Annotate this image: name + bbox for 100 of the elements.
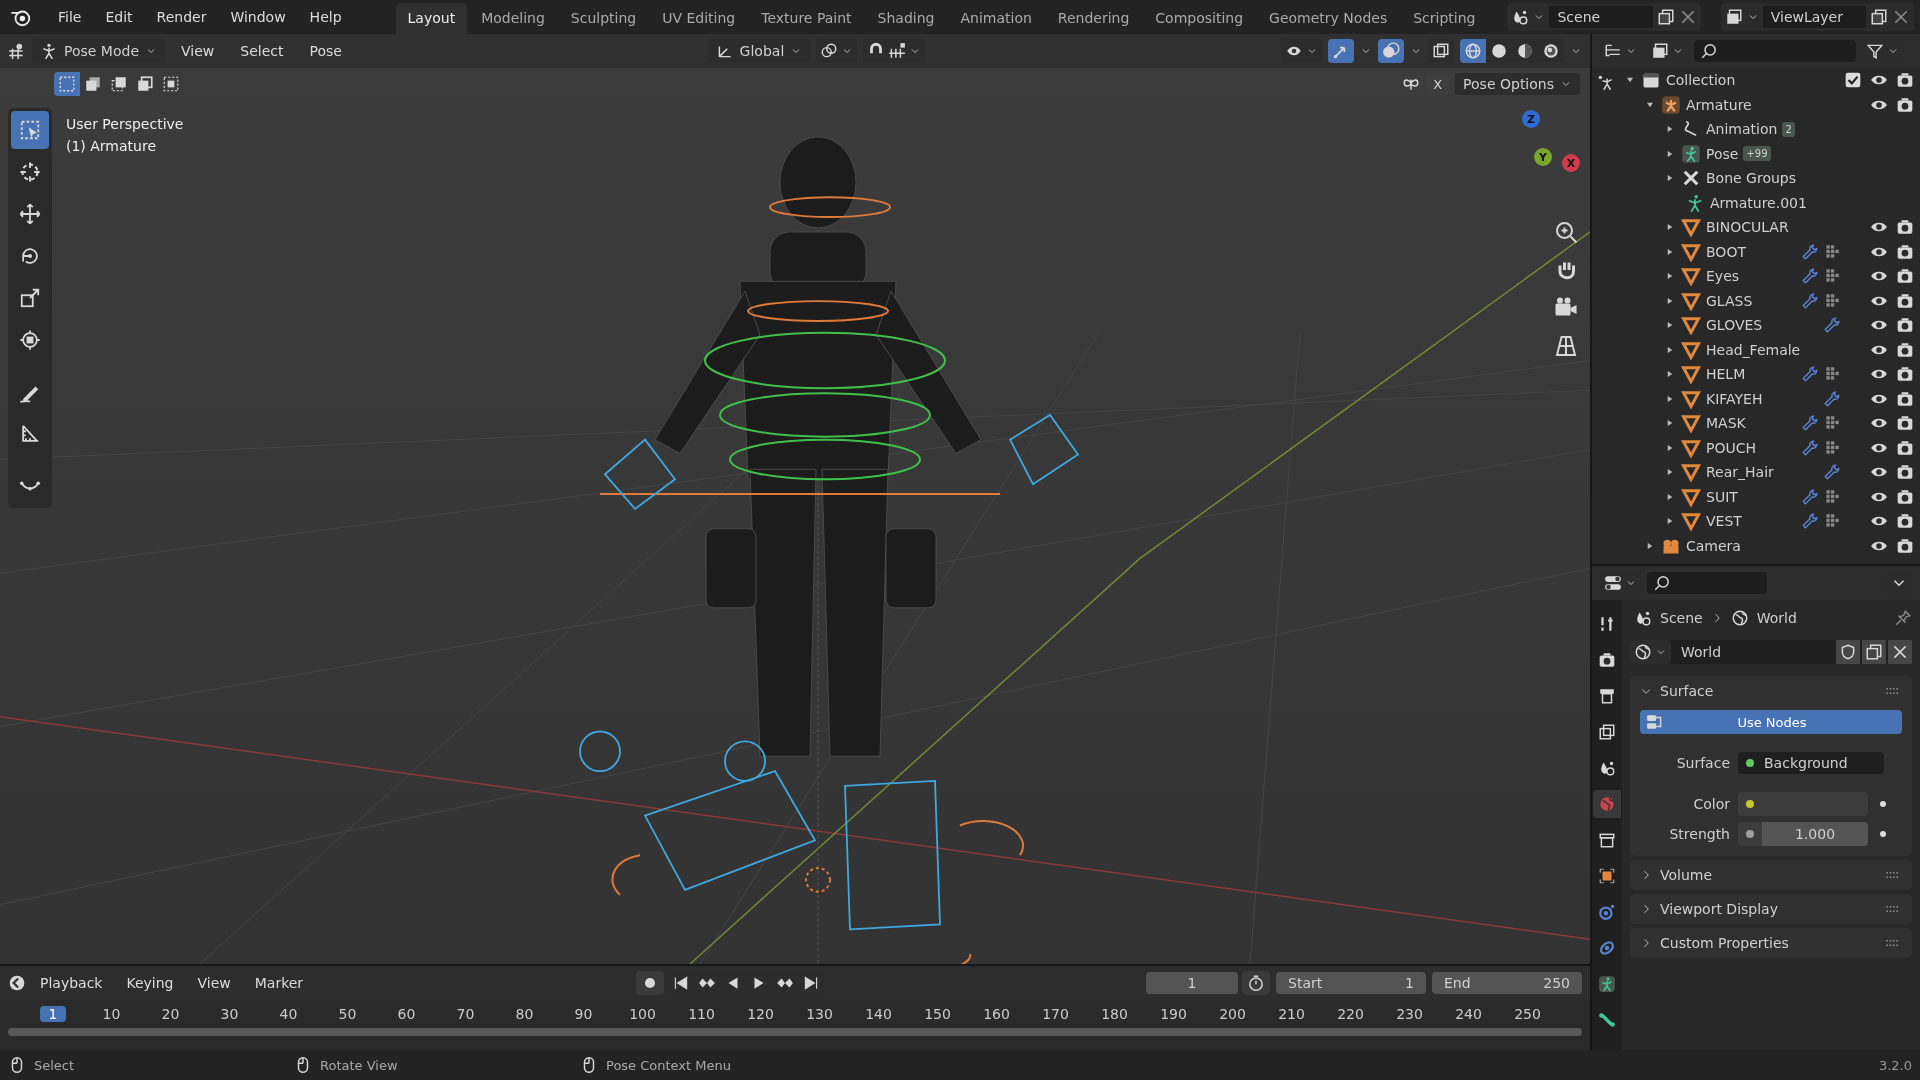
workspace-tab[interactable]: Geometry Nodes	[1257, 3, 1400, 34]
duplicate-icon[interactable]	[1656, 8, 1675, 26]
workspace-tab[interactable]: UV Editing	[650, 3, 748, 34]
search-field[interactable]	[1694, 40, 1856, 62]
outliner-item[interactable]: GLASS	[1706, 292, 1753, 309]
preview-range-button[interactable]	[1242, 971, 1270, 995]
end-frame-field[interactable]: End 250	[1432, 972, 1582, 994]
wrench-icon[interactable]	[1801, 267, 1819, 286]
workspace-tab[interactable]: Layout	[395, 3, 468, 34]
outliner-item[interactable]: BINOCULAR	[1706, 219, 1789, 236]
outliner-item[interactable]: Eyes	[1706, 268, 1740, 285]
duplicate-button[interactable]	[1862, 640, 1886, 664]
workspace-tab[interactable]: Texture Paint	[749, 3, 864, 34]
menu-item[interactable]: Playback	[30, 971, 113, 995]
workspace-tab[interactable]: Rendering	[1045, 3, 1142, 34]
scrollbar[interactable]	[8, 1028, 1582, 1036]
snap-dropdown[interactable]	[863, 39, 926, 63]
volume-panel-header[interactable]: Volume	[1630, 860, 1912, 890]
wrench-icon[interactable]	[1801, 365, 1819, 384]
wrench-icon[interactable]	[1801, 291, 1819, 310]
search-field[interactable]	[1647, 572, 1767, 594]
start-frame-field[interactable]: Start 1	[1276, 972, 1426, 994]
scene-selector[interactable]: Scene	[1507, 3, 1701, 31]
menu-item[interactable]: File	[48, 5, 92, 29]
outliner-item[interactable]: KIFAYEH	[1706, 390, 1763, 407]
xray-toggle[interactable]	[1428, 39, 1454, 63]
outliner-item[interactable]: Pose	[1706, 145, 1739, 162]
gizmo-toggle[interactable]	[1328, 39, 1354, 63]
menu-item[interactable]: Edit	[95, 5, 143, 29]
vertex-groups-icon[interactable]	[1823, 438, 1841, 457]
vertex-groups-icon[interactable]	[1823, 291, 1841, 310]
menu-item[interactable]: Pose	[299, 39, 352, 63]
wrench-icon[interactable]	[1823, 463, 1841, 482]
workspace-tab[interactable]: Sculpting	[558, 3, 649, 34]
outliner-item[interactable]: Animation	[1706, 121, 1778, 138]
menu-item[interactable]: Select	[230, 39, 294, 63]
menu-item[interactable]: View	[187, 971, 241, 995]
outliner-item[interactable]: Collection	[1666, 72, 1736, 89]
outliner-item[interactable]: GLOVES	[1706, 317, 1763, 334]
outliner-item[interactable]: VEST	[1706, 513, 1742, 530]
wrench-icon[interactable]	[1823, 389, 1841, 408]
wrench-icon[interactable]	[1823, 316, 1841, 335]
vertex-groups-icon[interactable]	[1823, 242, 1841, 261]
record-button[interactable]	[635, 971, 664, 995]
surface-shader-field[interactable]: Background	[1738, 752, 1884, 774]
pose-options-dropdown[interactable]: Pose Options	[1455, 73, 1580, 95]
breadcrumb-item[interactable]: Scene	[1660, 610, 1703, 626]
zoom-icon[interactable]	[1554, 220, 1578, 244]
outliner-item[interactable]: HELM	[1706, 366, 1746, 383]
use-nodes-button[interactable]: Use Nodes	[1640, 710, 1902, 734]
pin-icon[interactable]	[1894, 609, 1912, 627]
keyframe-dot-icon[interactable]	[1880, 831, 1886, 837]
menu-item[interactable]: View	[171, 39, 225, 63]
orientation-dropdown[interactable]: Global	[707, 39, 811, 63]
overlay-toggle[interactable]	[1378, 39, 1404, 63]
unlink-button[interactable]	[1888, 640, 1912, 664]
wrench-icon[interactable]	[1801, 414, 1819, 433]
checkbox[interactable]	[1844, 71, 1862, 90]
keyframe-dot-icon[interactable]	[1880, 801, 1886, 807]
outliner-item[interactable]: POUCH	[1706, 439, 1756, 456]
wrench-icon[interactable]	[1801, 487, 1819, 506]
outliner-item[interactable]: Camera	[1686, 537, 1741, 554]
menu-item[interactable]: Keying	[116, 971, 184, 995]
wrench-icon[interactable]	[1801, 512, 1819, 531]
pose-icon[interactable]	[1597, 74, 1615, 92]
vertex-groups-icon[interactable]	[1823, 487, 1841, 506]
workspace-tab[interactable]: Compositing	[1143, 3, 1256, 34]
outliner-item[interactable]: Rear_Hair	[1706, 464, 1774, 481]
menu-item[interactable]: Render	[146, 5, 217, 29]
duplicate-icon[interactable]	[1870, 8, 1888, 26]
wrench-icon[interactable]	[1801, 438, 1819, 457]
menu-item[interactable]: Window	[220, 5, 296, 29]
outliner-item[interactable]: Armature	[1686, 96, 1752, 113]
breadcrumb-item[interactable]: World	[1756, 610, 1797, 626]
menu-item[interactable]: Marker	[244, 971, 314, 995]
outliner-item[interactable]: SUIT	[1706, 488, 1738, 505]
outliner-item[interactable]: MASK	[1706, 415, 1746, 432]
outliner-item[interactable]: Armature.001	[1710, 194, 1807, 211]
world-browse-dropdown[interactable]	[1630, 640, 1671, 664]
custom-properties-panel-header[interactable]: Custom Properties	[1630, 928, 1912, 958]
surface-panel-header[interactable]: Surface	[1630, 676, 1912, 706]
view-layer-selector[interactable]: ViewLayer	[1720, 3, 1914, 31]
scene-name[interactable]: Scene	[1549, 6, 1653, 28]
outliner-item[interactable]: Bone Groups	[1706, 170, 1797, 187]
mode-dropdown[interactable]: Pose Mode	[32, 39, 165, 63]
workspace-tab[interactable]: Shading	[865, 3, 947, 34]
pivot-dropdown[interactable]	[816, 39, 858, 63]
current-frame-field[interactable]: 1	[1146, 972, 1238, 994]
menu-item[interactable]: Help	[299, 5, 352, 29]
strength-field[interactable]: 1.000	[1762, 822, 1868, 846]
wrench-icon[interactable]	[1801, 242, 1819, 261]
workspace-tab[interactable]: Scripting	[1401, 3, 1488, 34]
color-field[interactable]	[1738, 792, 1868, 816]
close-icon[interactable]	[1892, 8, 1910, 26]
outliner-item[interactable]: BOOT	[1706, 243, 1746, 260]
viewport-display-panel-header[interactable]: Viewport Display	[1630, 894, 1912, 924]
fake-user-button[interactable]	[1836, 640, 1860, 664]
workspace-tab[interactable]: Modeling	[469, 3, 557, 34]
visibility-dropdown[interactable]	[1281, 39, 1322, 63]
editor-type-icon[interactable]	[8, 42, 26, 60]
